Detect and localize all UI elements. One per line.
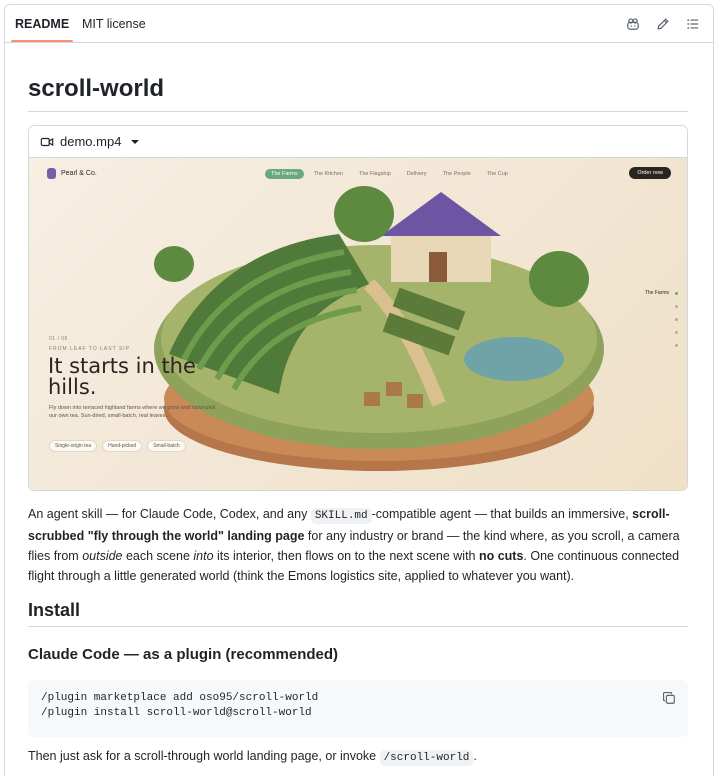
demo-kicker-index: 01 / 06 bbox=[49, 336, 68, 342]
demo-hero-description: Fly down into terraced highland farms wh… bbox=[49, 405, 216, 419]
outro-paragraph: Then just ask for a scroll-through world… bbox=[28, 746, 688, 768]
demo-brand-name: Pearl & Co. bbox=[61, 170, 97, 177]
intro-bold: no cuts bbox=[478, 549, 524, 563]
code-line: /plugin install scroll-world@scroll-worl… bbox=[41, 707, 312, 719]
intro-emphasis: into bbox=[193, 549, 214, 563]
demo-chips: Single-origin tea Hand-picked Small-batc… bbox=[49, 440, 186, 452]
intro-text: its interior, then flows on to the next … bbox=[213, 549, 479, 563]
intro-emphasis: outside bbox=[82, 549, 123, 563]
plugin-heading: Claude Code — as a plugin (recommended) bbox=[28, 646, 339, 663]
intro-text: An agent skill — for Claude Code, Codex,… bbox=[28, 507, 311, 521]
video-embed: demo.mp4 Pearl & Co. The Farms The Kitch… bbox=[28, 125, 688, 491]
pencil-icon[interactable] bbox=[653, 14, 673, 34]
tab-license[interactable]: MIT license bbox=[82, 5, 146, 43]
demo-scroll-dots bbox=[675, 292, 679, 357]
readme-actions bbox=[623, 14, 703, 34]
video-header[interactable]: demo.mp4 bbox=[29, 126, 687, 158]
brand-logo-icon bbox=[47, 168, 56, 179]
demo-side-label: The Farms bbox=[644, 290, 669, 296]
intro-paragraph: An agent skill — for Claude Code, Codex,… bbox=[28, 504, 688, 586]
demo-hero-title: It starts in the hills. bbox=[48, 354, 196, 399]
intro-text: each scene bbox=[122, 549, 194, 563]
active-tab-indicator bbox=[11, 40, 73, 42]
intro-text: -compatible agent — that builds an immer… bbox=[371, 507, 633, 521]
outro-text: Then just ask for a scroll-through world… bbox=[28, 749, 380, 763]
code-line: /plugin marketplace add oso95/scroll-wor… bbox=[41, 692, 319, 704]
chevron-down-icon bbox=[131, 139, 140, 144]
install-divider bbox=[28, 626, 688, 627]
copy-icon[interactable] bbox=[660, 689, 678, 707]
demo-chip: Hand-picked bbox=[102, 440, 143, 452]
readme-tabbar: README MIT license bbox=[5, 5, 713, 43]
readme-title: scroll-world bbox=[28, 75, 165, 102]
slash-command-code: /scroll-world bbox=[379, 750, 474, 766]
demo-order-button: Order now bbox=[629, 167, 671, 179]
title-divider bbox=[28, 111, 688, 112]
readme-panel: README MIT license scroll-world demo.mp4 bbox=[4, 4, 714, 776]
skill-md-code: SKILL.md bbox=[310, 508, 372, 524]
install-code-block: /plugin marketplace add oso95/scroll-wor… bbox=[28, 680, 688, 737]
video-filename: demo.mp4 bbox=[60, 134, 122, 149]
install-heading: Install bbox=[28, 600, 81, 620]
floating-island-illustration bbox=[154, 186, 604, 471]
demo-brand: Pearl & Co. bbox=[47, 168, 97, 179]
demo-chip: Single-origin tea bbox=[49, 440, 98, 452]
demo-chip: Small-batch bbox=[147, 440, 186, 452]
list-icon[interactable] bbox=[683, 14, 703, 34]
demo-kicker: FROM LEAF TO LAST SIP bbox=[49, 346, 131, 352]
video-icon bbox=[40, 137, 54, 146]
tab-readme[interactable]: README bbox=[15, 5, 69, 43]
copilot-icon[interactable] bbox=[623, 14, 643, 34]
outro-text: . bbox=[473, 749, 477, 763]
video-frame[interactable]: Pearl & Co. The Farms The Kitchen The Fl… bbox=[29, 158, 687, 490]
